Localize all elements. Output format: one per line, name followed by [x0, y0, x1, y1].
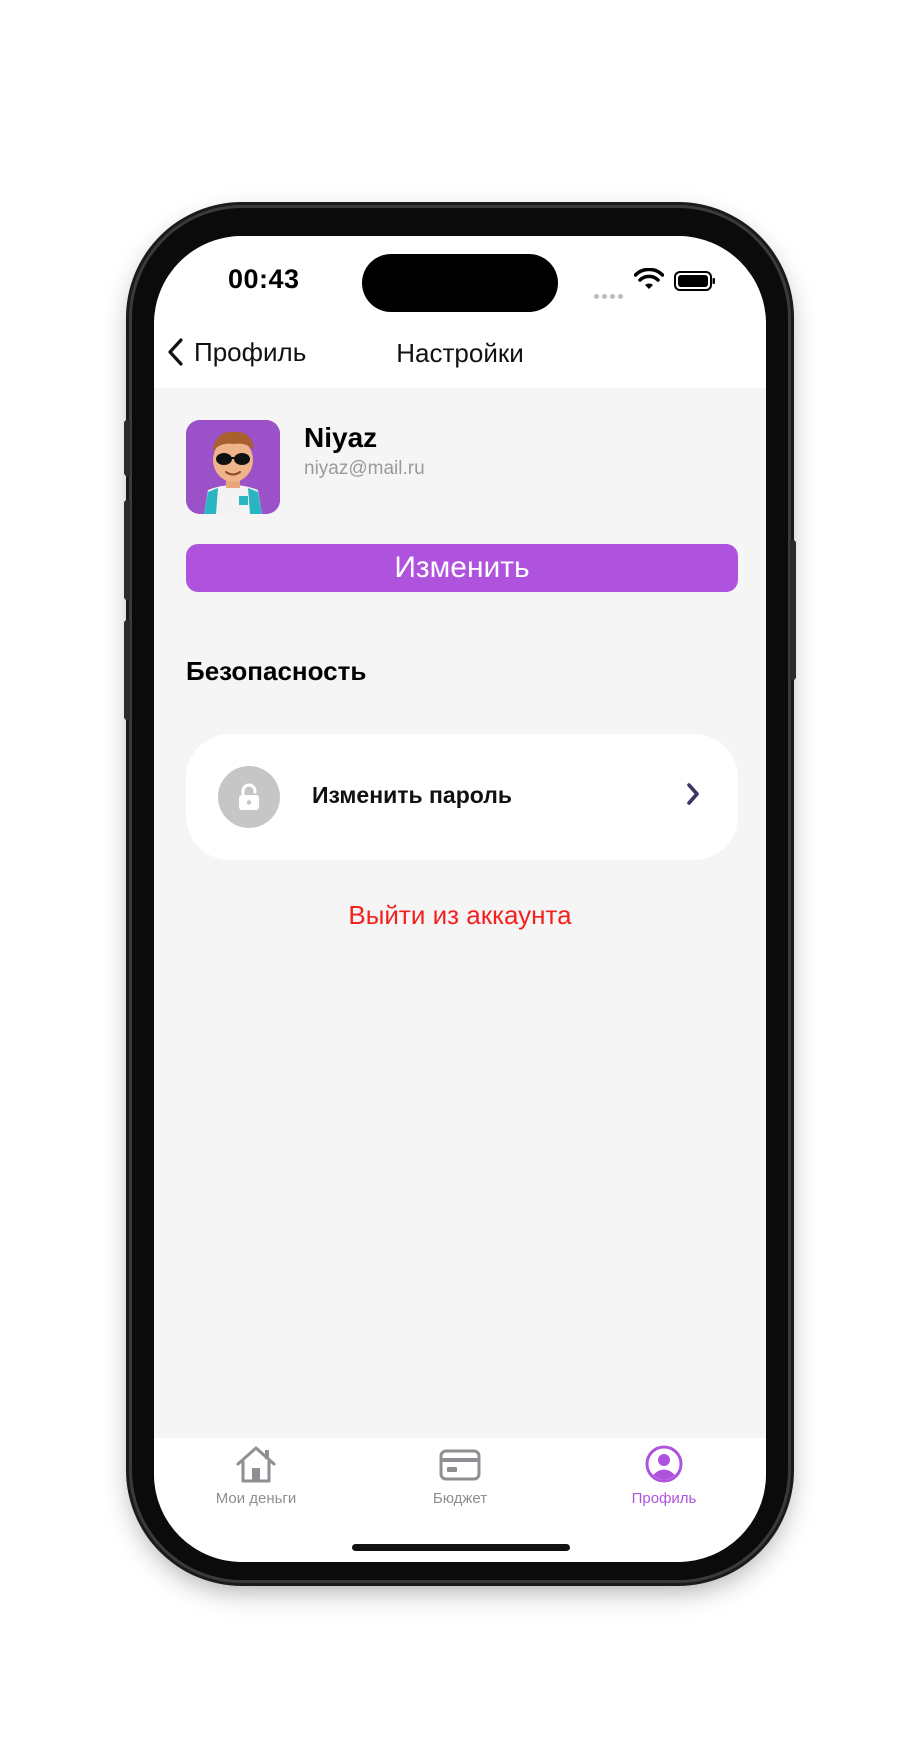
power-button — [790, 540, 796, 680]
dynamic-island — [362, 254, 558, 312]
volume-up-button — [124, 500, 130, 600]
profile-email: niyaz@mail.ru — [304, 458, 425, 479]
tab-profile[interactable]: Профиль — [584, 1444, 744, 1524]
edit-profile-button[interactable]: Изменить — [186, 544, 738, 592]
action-button — [124, 420, 130, 476]
home-indicator — [352, 1544, 570, 1551]
avatar-image — [186, 420, 280, 514]
tab-my-money[interactable]: Мои деньги — [176, 1444, 336, 1524]
tab-my-money-label: Мои деньги — [215, 1490, 297, 1507]
lock-icon-circle — [218, 766, 280, 828]
screen: 00:43 Профиль Настройки Niyaz niyaz@mail… — [154, 236, 766, 1562]
top-bar: 00:43 Профиль Настройки — [154, 236, 766, 388]
tab-budget[interactable]: Бюджет — [380, 1444, 540, 1524]
page-title: Настройки — [396, 338, 524, 368]
cellular-signal-icon — [594, 286, 628, 299]
battery-icon — [674, 271, 715, 291]
chevron-right-icon — [687, 783, 699, 805]
credit-card-icon — [439, 1449, 481, 1481]
volume-down-button — [124, 620, 130, 720]
lock-icon — [239, 783, 259, 810]
tab-profile-label: Профиль — [631, 1490, 697, 1507]
change-password-label: Изменить пароль — [312, 782, 512, 808]
security-section-title: Безопасность — [186, 656, 367, 686]
status-time: 00:43 — [228, 264, 300, 294]
tab-budget-label: Бюджет — [432, 1490, 488, 1507]
wifi-icon — [634, 268, 664, 289]
profile-name: Niyaz — [304, 422, 378, 453]
house-icon — [236, 1446, 276, 1483]
person-circle-icon — [645, 1445, 683, 1483]
avatar — [186, 420, 280, 514]
logout-button[interactable]: Выйти из аккаунта — [154, 900, 766, 931]
profile-header: Niyaz niyaz@mail.ru — [186, 420, 746, 514]
change-password-row[interactable]: Изменить пароль — [186, 734, 738, 860]
